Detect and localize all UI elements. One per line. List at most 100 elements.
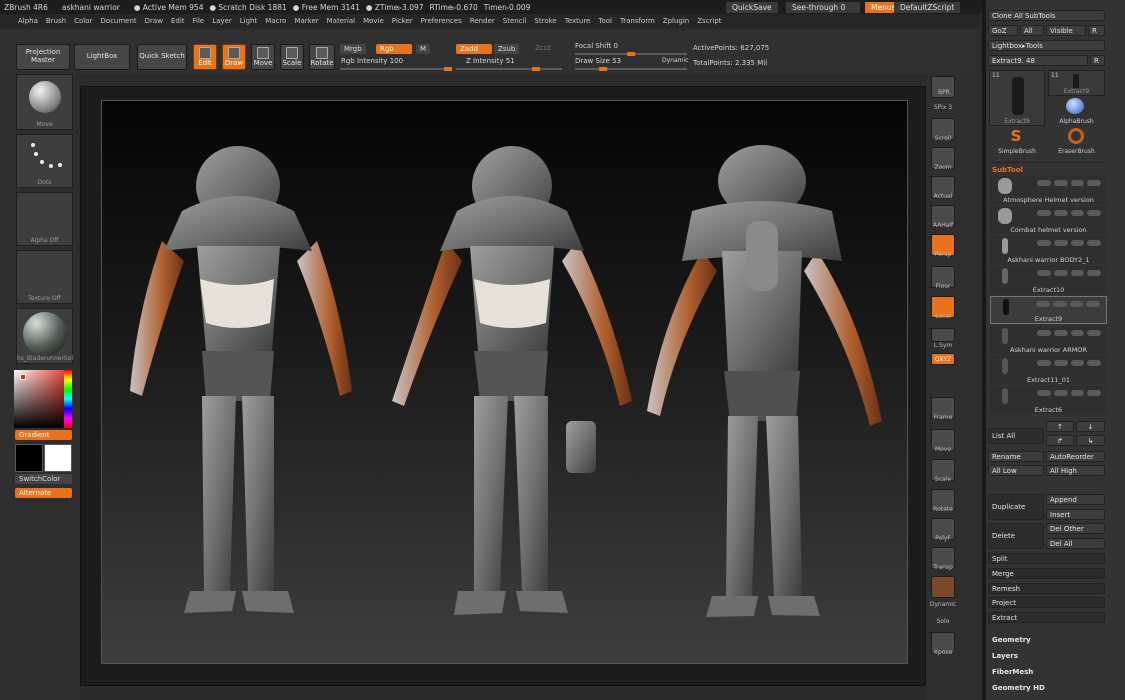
eraser-brush-icon[interactable] — [1068, 128, 1084, 144]
subtool-toggles[interactable] — [1037, 360, 1101, 366]
menu-color[interactable]: Color — [70, 17, 96, 25]
zcut-button[interactable]: Zcut — [535, 44, 551, 52]
del-all-button[interactable]: Del All — [1046, 538, 1105, 549]
gradient-button[interactable]: Gradient — [15, 430, 72, 440]
subtool-header[interactable]: SubTool — [992, 166, 1023, 174]
draw-size-thumb[interactable] — [599, 67, 607, 71]
split-button[interactable]: Split — [988, 553, 1105, 564]
remesh-button[interactable]: Remesh — [988, 583, 1105, 594]
lightbox-button[interactable]: LightBox — [74, 44, 130, 70]
delete-button[interactable]: Delete — [988, 523, 1044, 549]
hue-strip[interactable] — [64, 370, 72, 428]
scale-button[interactable]: Scale — [280, 44, 304, 70]
insert-button[interactable]: Insert — [1046, 509, 1105, 520]
move-up-arrow-icon[interactable]: ↑ — [1046, 421, 1074, 432]
menu-zscript[interactable]: Zscript — [693, 17, 725, 25]
project-button[interactable]: Project — [988, 597, 1105, 608]
edit-button[interactable]: Edit — [193, 44, 217, 70]
menu-movie[interactable]: Movie — [359, 17, 388, 25]
menu-edit[interactable]: Edit — [167, 17, 189, 25]
rgb-intensity-slider[interactable]: Rgb Intensity 100 — [341, 57, 403, 65]
simple-brush-icon[interactable]: S — [1008, 128, 1024, 144]
merge-button[interactable]: Merge — [988, 568, 1105, 579]
main-color-swatch[interactable] — [20, 374, 26, 380]
m-button[interactable]: M — [416, 44, 431, 54]
menu-document[interactable]: Document — [96, 17, 140, 25]
menu-alpha[interactable]: Alpha — [14, 17, 42, 25]
layers-section[interactable]: Layers — [992, 652, 1018, 660]
current-tool-slider[interactable]: Extract9. 48 — [988, 55, 1088, 66]
alpha-selector[interactable]: Alpha Off — [16, 192, 73, 246]
menu-marker[interactable]: Marker — [290, 17, 322, 25]
brush-selector[interactable]: Move — [16, 74, 73, 130]
tool-thumbnail-current[interactable]: 11 Extract9 — [989, 70, 1045, 126]
z-intensity-thumb[interactable] — [532, 67, 540, 71]
geometry-hd-section[interactable]: Geometry HD — [992, 684, 1045, 692]
menu-preferences[interactable]: Preferences — [417, 17, 466, 25]
default-zscript-button[interactable]: DefaultZScript — [894, 2, 961, 13]
focal-shift-slider[interactable]: Focal Shift 0 — [575, 42, 618, 50]
subtool-toggles[interactable] — [1037, 210, 1101, 216]
z-intensity-track[interactable] — [456, 67, 562, 71]
draw-size-track[interactable] — [575, 67, 687, 71]
focal-shift-track[interactable] — [575, 52, 687, 56]
all-high-button[interactable]: All High — [1046, 465, 1105, 476]
see-through-slider[interactable]: See-through 0 — [786, 2, 860, 13]
zsub-button[interactable]: Zsub — [494, 44, 520, 54]
alternate-button[interactable]: Alternate — [15, 488, 72, 498]
menu-transform[interactable]: Transform — [616, 17, 659, 25]
rename-button[interactable]: Rename — [988, 451, 1044, 462]
duplicate-button[interactable]: Duplicate — [988, 494, 1044, 520]
subtool-toggles[interactable] — [1037, 390, 1101, 396]
subtool-item[interactable]: Askhani warrior ARMOR — [990, 326, 1107, 354]
subtool-item[interactable]: Extract10 — [990, 266, 1107, 294]
subtool-toggles[interactable] — [1036, 301, 1100, 307]
subtool-item[interactable]: Atmosphere Helmet version — [990, 176, 1107, 204]
lightbox-tools-button[interactable]: Lightbox▸Tools — [988, 40, 1105, 51]
move-top-arrow-icon[interactable]: ↱ — [1046, 435, 1074, 446]
menu-tool[interactable]: Tool — [594, 17, 616, 25]
menu-picker[interactable]: Picker — [388, 17, 417, 25]
subtool-toggles[interactable] — [1037, 270, 1101, 276]
subtool-toggles[interactable] — [1037, 330, 1101, 336]
list-all-button[interactable]: List All — [988, 428, 1044, 444]
fibermesh-section[interactable]: FiberMesh — [992, 668, 1033, 676]
subtool-item[interactable]: Extract11_01 — [990, 356, 1107, 384]
rgb-button[interactable]: Rgb — [376, 44, 412, 54]
tool-r-button[interactable]: R — [1090, 55, 1105, 66]
goz-all-button[interactable]: All — [1020, 25, 1044, 36]
mrgb-button[interactable]: Mrgb — [340, 44, 366, 54]
goz-r-button[interactable]: R — [1088, 25, 1105, 36]
menu-macro[interactable]: Macro — [261, 17, 290, 25]
xyz-button[interactable]: QXYZ — [931, 353, 955, 365]
subtool-toggles[interactable] — [1037, 240, 1101, 246]
menu-brush[interactable]: Brush — [42, 17, 70, 25]
rotate-button[interactable]: Rotate — [309, 44, 335, 70]
geometry-section[interactable]: Geometry — [992, 636, 1031, 644]
move-down-arrow-icon[interactable]: ↓ — [1076, 421, 1105, 432]
bpr-button[interactable]: BPR — [931, 76, 955, 98]
menu-stencil[interactable]: Stencil — [499, 17, 531, 25]
move-button[interactable]: Move — [251, 44, 275, 70]
menu-texture[interactable]: Texture — [561, 17, 595, 25]
subtool-toggles[interactable] — [1037, 180, 1101, 186]
draw-size-slider[interactable]: Draw Size 53 — [575, 57, 621, 65]
alpha-brush-icon[interactable] — [1066, 98, 1084, 114]
append-button[interactable]: Append — [1046, 494, 1105, 505]
extract-button[interactable]: Extract — [988, 612, 1105, 623]
spix-slider[interactable]: SPix 3 — [926, 104, 960, 111]
menu-stroke[interactable]: Stroke — [530, 17, 560, 25]
texture-selector[interactable]: Texture Off — [16, 250, 73, 304]
del-other-button[interactable]: Del Other — [1046, 523, 1105, 534]
lsym-button[interactable] — [931, 328, 955, 342]
document-viewport[interactable] — [101, 100, 908, 664]
z-intensity-slider[interactable]: Z Intensity 51 — [466, 57, 515, 65]
goz-visible-button[interactable]: Visible — [1046, 25, 1086, 36]
menu-zplugin[interactable]: Zplugin — [659, 17, 693, 25]
focal-shift-thumb[interactable] — [627, 52, 635, 56]
switchcolor-button[interactable]: SwitchColor — [15, 474, 72, 484]
menu-layer[interactable]: Layer — [208, 17, 236, 25]
quicksave-button[interactable]: QuickSave — [726, 2, 778, 13]
rgb-intensity-track[interactable] — [340, 67, 452, 71]
goz-button[interactable]: GoZ — [988, 25, 1018, 36]
